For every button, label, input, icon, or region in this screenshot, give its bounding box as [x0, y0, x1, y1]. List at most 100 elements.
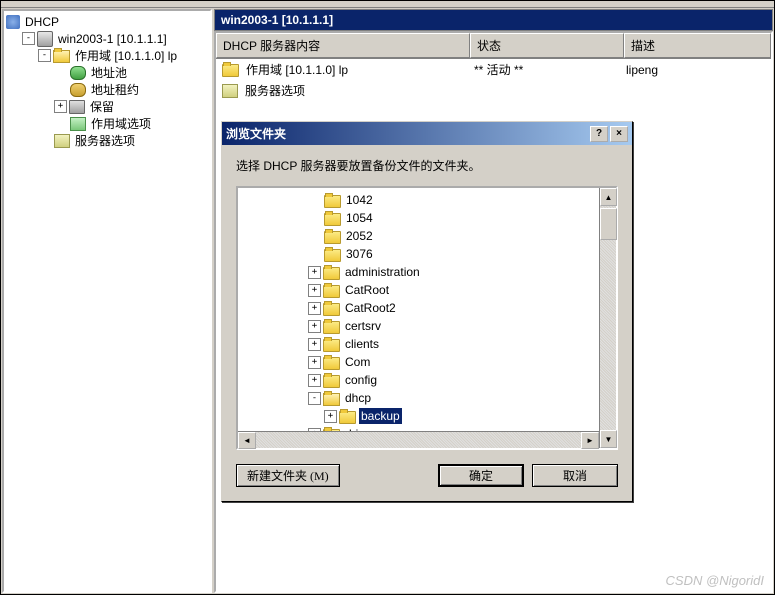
list-item[interactable]: 服务器选项: [216, 80, 771, 101]
collapse-icon[interactable]: -: [308, 392, 321, 405]
scroll-down-button[interactable]: ▼: [600, 430, 617, 448]
expand-icon[interactable]: +: [54, 100, 67, 113]
folder-label: clients: [343, 336, 381, 352]
scroll-up-button[interactable]: ▲: [600, 188, 617, 206]
folder-icon: [324, 231, 341, 244]
folder-label: CatRoot: [343, 282, 391, 298]
tree-address-lease[interactable]: 地址租约: [6, 81, 208, 98]
header-title: win2003-1 [10.1.1.1]: [221, 13, 333, 27]
collapse-icon[interactable]: -: [38, 49, 51, 62]
vertical-scrollbar[interactable]: ▲ ▼: [599, 188, 616, 448]
folder-icon: [324, 213, 341, 226]
folder-open-icon: [53, 50, 70, 63]
watermark: CSDN @NigoridI: [666, 573, 764, 588]
folder-icon: [323, 339, 340, 352]
folder-node[interactable]: + CatRoot: [308, 281, 599, 299]
folder-node[interactable]: 3076: [308, 245, 599, 263]
expand-icon[interactable]: +: [308, 374, 321, 387]
tree-server-options[interactable]: 服务器选项: [6, 132, 208, 149]
cell-status: ** 活动 **: [474, 61, 523, 78]
folder-label: 2052: [344, 228, 375, 244]
tree-address-pool[interactable]: 地址池: [6, 64, 208, 81]
scroll-right-button[interactable]: ►: [581, 432, 599, 449]
tree-scope-options[interactable]: 作用域选项: [6, 115, 208, 132]
scroll-thumb[interactable]: [600, 208, 617, 240]
reserve-icon: [69, 100, 85, 114]
folder-node[interactable]: + clients: [308, 335, 599, 353]
dialog-titlebar[interactable]: 浏览文件夹 ? ×: [222, 122, 632, 145]
col-status[interactable]: 状态: [470, 33, 624, 58]
folder-node[interactable]: + CatRoot2: [308, 299, 599, 317]
dialog-prompt: 选择 DHCP 服务器要放置备份文件的文件夹。: [236, 157, 618, 174]
folder-icon: [323, 267, 340, 280]
dhcp-mmc-window: DHCP - win2003-1 [10.1.1.1] - 作用域 [10.1.…: [0, 0, 775, 595]
folder-tree[interactable]: 1042105420523076+administration+CatRoot+…: [238, 188, 599, 431]
cell-desc: lipeng: [626, 63, 658, 77]
scroll-left-button[interactable]: ◄: [238, 432, 256, 449]
list-rows: 作用域 [10.1.1.0] lp ** 活动 ** lipeng 服务器选项: [216, 59, 771, 101]
toolbar: [1, 1, 774, 8]
expand-icon[interactable]: +: [308, 356, 321, 369]
folder-node[interactable]: + Com: [308, 353, 599, 371]
folder-node[interactable]: + certsrv: [308, 317, 599, 335]
list-item[interactable]: 作用域 [10.1.1.0] lp ** 活动 ** lipeng: [216, 59, 771, 80]
col-content[interactable]: DHCP 服务器内容: [216, 33, 470, 58]
folder-icon: [323, 393, 340, 406]
scope-tree: DHCP - win2003-1 [10.1.1.1] - 作用域 [10.1.…: [4, 11, 210, 151]
folder-label: 1054: [344, 210, 375, 226]
folder-icon: [324, 195, 341, 208]
folder-label: Com: [343, 354, 372, 370]
lease-icon: [70, 83, 86, 97]
folder-icon: [323, 375, 340, 388]
browse-folder-dialog: 浏览文件夹 ? × 选择 DHCP 服务器要放置备份文件的文件夹。 104210…: [221, 121, 633, 502]
expand-icon[interactable]: +: [308, 320, 321, 333]
folder-node[interactable]: + config: [308, 371, 599, 389]
tree-scope[interactable]: - 作用域 [10.1.1.0] lp: [6, 47, 208, 64]
folder-icon: [324, 249, 341, 262]
tree-label: win2003-1 [10.1.1.1]: [56, 31, 169, 47]
folder-icon: [323, 357, 340, 370]
folder-label: administration: [343, 264, 422, 280]
tree-label: 服务器选项: [73, 131, 137, 150]
help-button[interactable]: ?: [590, 126, 608, 142]
folder-node[interactable]: - dhcp: [308, 389, 599, 407]
folder-label: 3076: [344, 246, 375, 262]
server-icon: [37, 31, 53, 47]
server-options-icon: [54, 134, 70, 148]
tree-server[interactable]: - win2003-1 [10.1.1.1]: [6, 30, 208, 47]
folder-icon: [323, 285, 340, 298]
ok-button[interactable]: 确定: [438, 464, 524, 487]
tree-root-dhcp[interactable]: DHCP: [6, 13, 208, 30]
horizontal-scrollbar[interactable]: ◄ ►: [238, 431, 599, 448]
dialog-button-row: 新建文件夹 (M) 确定 取消: [236, 464, 618, 487]
folder-tree-box: 1042105420523076+administration+CatRoot+…: [236, 186, 618, 450]
folder-node[interactable]: +backup: [308, 407, 599, 425]
cancel-button[interactable]: 取消: [532, 464, 618, 487]
close-button[interactable]: ×: [610, 126, 628, 142]
expand-icon[interactable]: +: [308, 338, 321, 351]
folder-node[interactable]: 1054: [308, 209, 599, 227]
tree-label: DHCP: [23, 14, 61, 30]
folder-label: certsrv: [343, 318, 383, 334]
dialog-body: 选择 DHCP 服务器要放置备份文件的文件夹。 10421054 2052 3076…: [222, 145, 632, 501]
expand-icon[interactable]: +: [308, 302, 321, 315]
new-folder-button[interactable]: 新建文件夹 (M): [236, 464, 340, 487]
folder-node[interactable]: 1042: [308, 191, 599, 209]
folder-label: dhcp: [343, 390, 373, 406]
titlebar-buttons: ? ×: [590, 126, 628, 142]
tree-reservations[interactable]: + 保留: [6, 98, 208, 115]
expand-icon[interactable]: +: [308, 266, 321, 279]
options-icon: [70, 117, 86, 131]
collapse-icon[interactable]: -: [22, 32, 35, 45]
folder-label: CatRoot2: [343, 300, 398, 316]
folder-icon: [222, 64, 239, 77]
col-desc[interactable]: 描述: [624, 33, 771, 58]
folder-node[interactable]: + administration: [308, 263, 599, 281]
expand-icon[interactable]: +: [324, 410, 337, 423]
folder-label: config: [343, 372, 379, 388]
cell-name: 服务器选项: [245, 82, 305, 99]
folder-node[interactable]: 2052: [308, 227, 599, 245]
expand-icon[interactable]: +: [308, 284, 321, 297]
pool-icon: [70, 66, 86, 80]
tree-panel[interactable]: DHCP - win2003-1 [10.1.1.1] - 作用域 [10.1.…: [2, 9, 212, 593]
